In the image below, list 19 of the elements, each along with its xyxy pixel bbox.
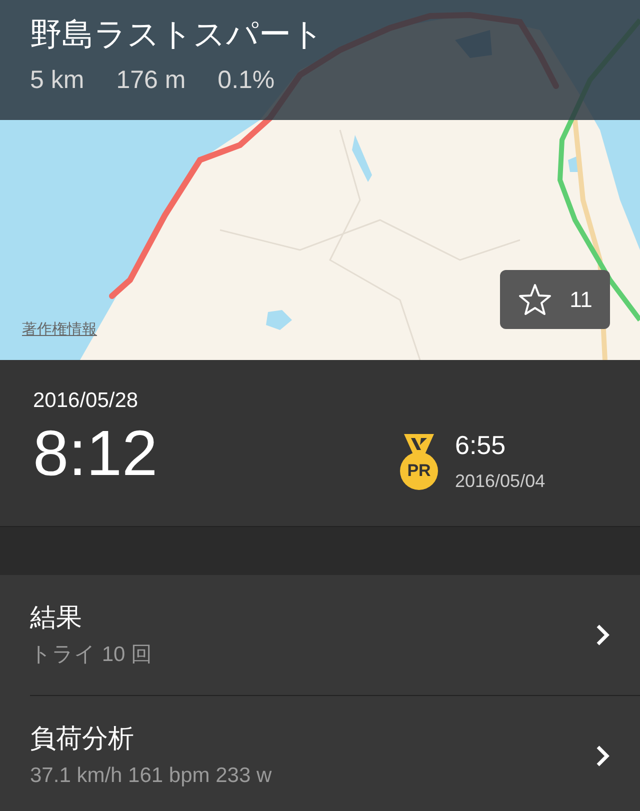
star-icon <box>518 283 552 316</box>
segment-title: 野島ラストスパート <box>30 14 325 54</box>
pr-time: 6:55 <box>455 430 507 460</box>
effort-date: 2016/05/28 <box>33 388 140 414</box>
item-title: 結果 <box>30 602 83 634</box>
effort-time: 8:12 <box>33 418 159 488</box>
segment-stat: 0.1% <box>218 66 275 94</box>
item-title: 負荷分析 <box>30 722 135 754</box>
pr-date: 2016/05/04 <box>455 470 546 492</box>
item-subtitle: トライ 10 回 <box>30 642 152 668</box>
list-item[interactable]: 負荷分析 37.1 km/h 161 bpm 233 w <box>30 695 640 811</box>
chevron-icon <box>596 624 610 646</box>
list-item[interactable]: 結果 トライ 10 回 <box>30 575 640 695</box>
segment-stat: 5 km <box>30 66 84 94</box>
chevron-icon <box>596 744 610 766</box>
segment-stat: 176 m <box>116 66 186 94</box>
item-subtitle: 37.1 km/h 161 bpm 233 w <box>30 762 272 788</box>
legal-link[interactable]: 著作権情報 <box>22 320 97 339</box>
star-button[interactable]: 11 <box>500 270 610 329</box>
